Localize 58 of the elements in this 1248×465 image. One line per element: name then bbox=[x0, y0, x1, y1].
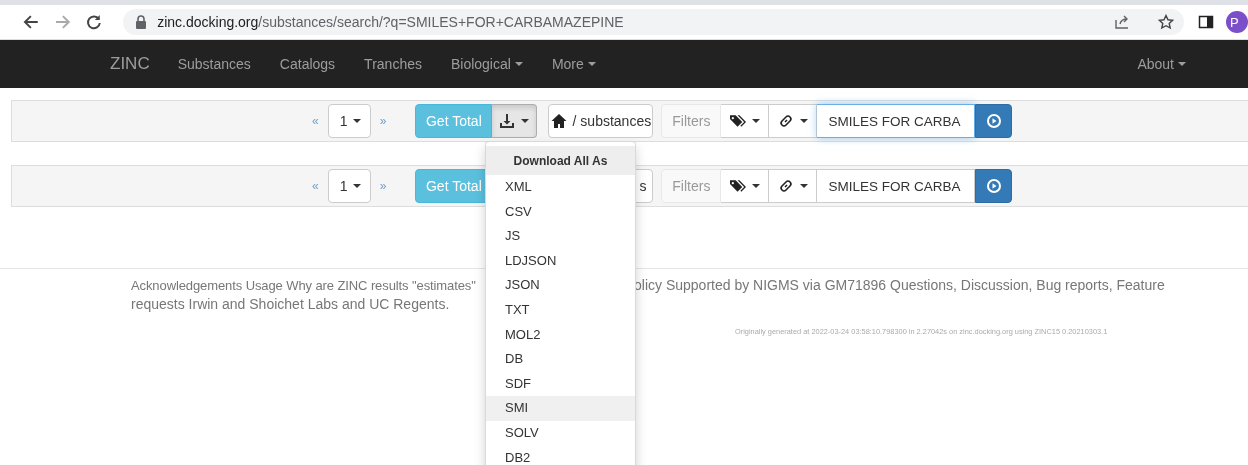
menu-item[interactable]: SMI bbox=[486, 396, 635, 421]
caret-icon bbox=[521, 119, 530, 123]
side-panel-icon[interactable] bbox=[1198, 14, 1215, 30]
address-bar[interactable]: zinc.docking.org/substances/search/?q=SMILES+FOR+CARBAMAZEPINE bbox=[123, 9, 1185, 35]
home-icon bbox=[550, 113, 567, 129]
menu-item[interactable]: JSON bbox=[486, 273, 635, 298]
nav-link[interactable]: More bbox=[551, 56, 596, 72]
caret-icon bbox=[353, 184, 362, 188]
menu-item[interactable]: JS bbox=[486, 224, 635, 249]
download-icon bbox=[499, 113, 516, 129]
caret-icon bbox=[353, 119, 362, 123]
nav-link[interactable]: Tranches bbox=[364, 56, 422, 72]
link-dropdown[interactable] bbox=[769, 104, 818, 138]
star-icon[interactable] bbox=[1158, 14, 1175, 30]
menu-item[interactable]: DB bbox=[486, 347, 635, 372]
caret-icon bbox=[751, 184, 760, 188]
menu-item[interactable]: DB2 bbox=[486, 445, 635, 465]
nav-link[interactable]: Substances bbox=[177, 56, 251, 72]
caret-icon bbox=[799, 184, 808, 188]
tags-icon bbox=[729, 113, 746, 129]
caret-icon bbox=[514, 62, 523, 66]
tags-icon bbox=[729, 178, 746, 194]
link-dropdown[interactable] bbox=[769, 169, 818, 203]
tags-dropdown[interactable] bbox=[721, 169, 770, 203]
play-circle-icon bbox=[985, 178, 1002, 194]
caret-icon bbox=[587, 62, 596, 66]
caret-icon bbox=[799, 119, 808, 123]
profile-avatar[interactable]: P bbox=[1226, 11, 1248, 33]
breadcrumb-button[interactable]: / substances bbox=[548, 104, 654, 138]
menu-item[interactable]: SOLV bbox=[486, 420, 635, 446]
link-icon bbox=[777, 113, 794, 129]
search-button[interactable] bbox=[975, 169, 1013, 203]
download-button[interactable] bbox=[492, 104, 538, 138]
page-dropdown[interactable]: 1 bbox=[327, 169, 371, 203]
nav-link[interactable]: Catalogs bbox=[279, 56, 336, 72]
nav-link[interactable]: Biological bbox=[450, 56, 523, 72]
footer-text: Acknowledgements Usage Why are ZINC results "estimates" bbox=[131, 277, 477, 295]
url-text: zinc.docking.org/substances/search/?q=SMILES+FOR+CARBAMAZEPINE bbox=[157, 14, 625, 30]
menu-item[interactable]: LDJSON bbox=[486, 248, 635, 274]
reload-icon[interactable] bbox=[85, 13, 104, 31]
nav-link[interactable]: About bbox=[1137, 56, 1186, 72]
caret-icon bbox=[1178, 62, 1186, 66]
search-field[interactable]: SMILES FOR CARBA bbox=[817, 104, 976, 138]
menu-item[interactable]: TXT bbox=[486, 297, 635, 323]
page-dropdown[interactable]: 1 bbox=[327, 104, 371, 138]
play-circle-icon bbox=[985, 113, 1002, 129]
link-icon bbox=[777, 178, 794, 194]
menu-header: Download All As bbox=[486, 146, 635, 175]
menu-item[interactable]: SDF bbox=[486, 371, 635, 397]
search-button[interactable] bbox=[975, 104, 1013, 138]
footer-text: requests Irwin and Shoichet Labs and UC Regents. bbox=[131, 295, 450, 314]
brand-link[interactable]: ZINC bbox=[110, 54, 150, 74]
tags-dropdown[interactable] bbox=[721, 104, 770, 138]
search-field[interactable]: SMILES FOR CARBA bbox=[817, 169, 976, 203]
back-arrow-icon[interactable] bbox=[22, 13, 40, 31]
share-icon[interactable] bbox=[1114, 14, 1131, 30]
menu-item[interactable]: MOL2 bbox=[486, 322, 635, 348]
caret-icon bbox=[751, 119, 760, 123]
